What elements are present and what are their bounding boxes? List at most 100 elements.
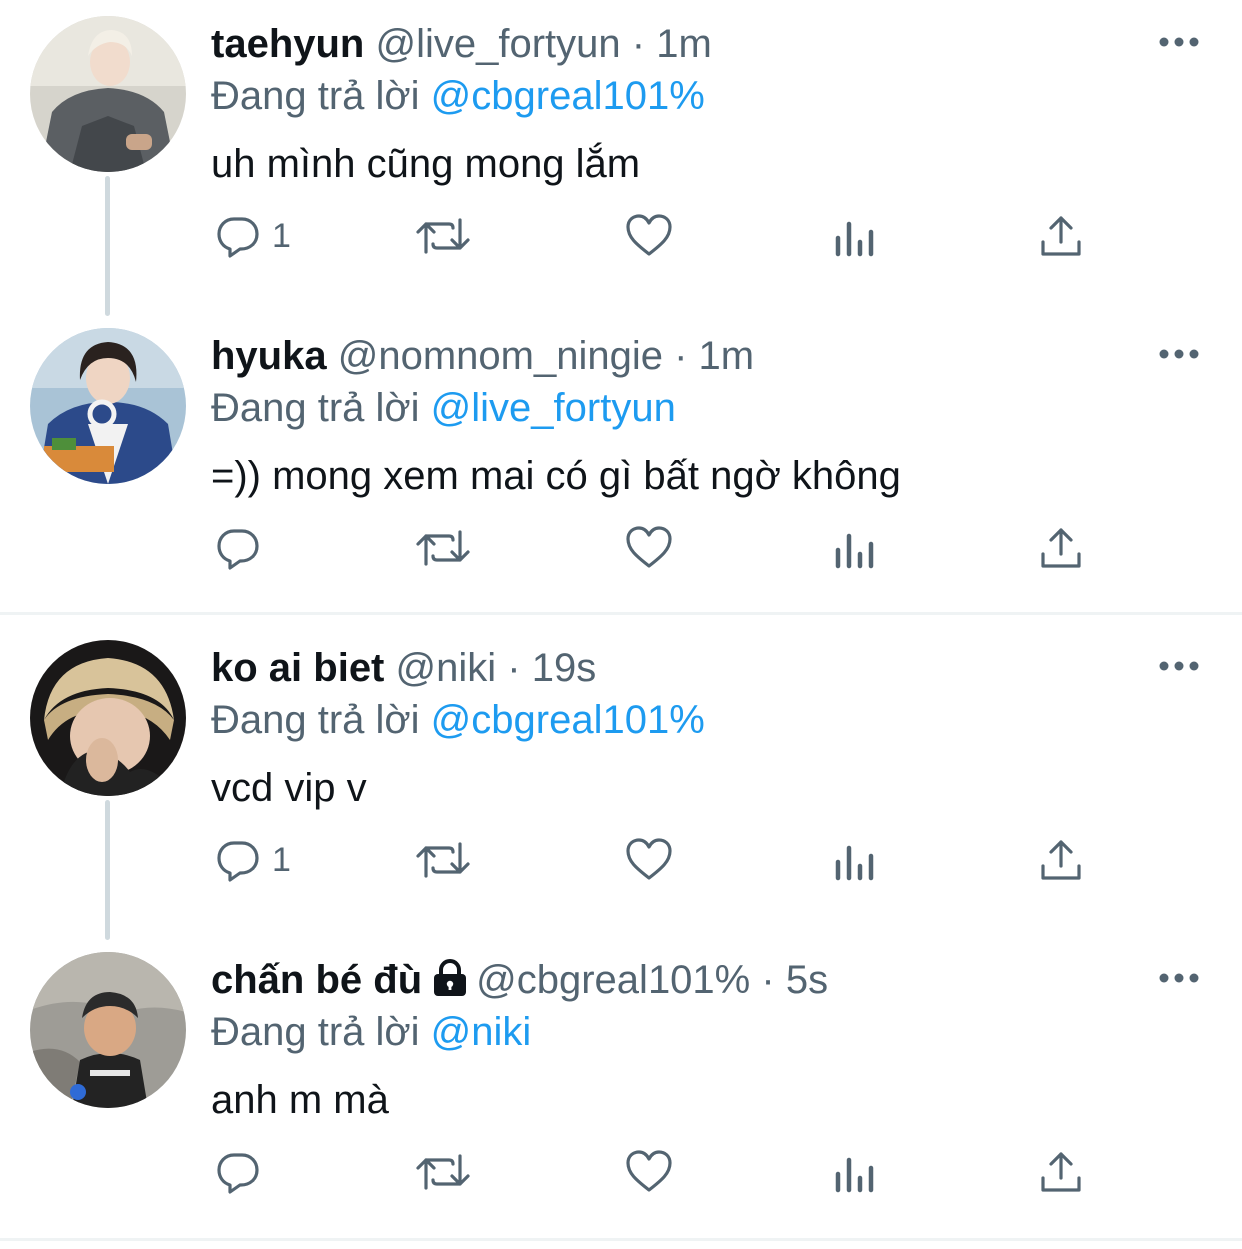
timestamp[interactable]: 1m [699,334,755,378]
tweet-header: taehyun @live_fortyun · 1m [211,20,712,68]
retweet-button[interactable] [415,206,471,266]
more-options-button[interactable] [1158,654,1200,678]
tweet-text: anh m mà [211,1078,389,1122]
replying-to: Đang trả lời @cbgreal101% [211,72,705,120]
tweet[interactable]: chấn bé đù @cbgreal101% · 5s Đang trả lời… [0,936,1242,1248]
retweet-icon [415,836,471,884]
more-options-button[interactable] [1158,966,1200,990]
views-icon [834,212,878,260]
reply-button[interactable] [214,1142,272,1202]
more-icon [1158,966,1200,990]
reply-button[interactable] [214,518,272,578]
share-button[interactable] [1038,206,1084,266]
divider [0,612,1242,615]
like-button[interactable] [624,830,674,890]
reply-count: 1 [272,216,291,255]
display-name[interactable]: taehyun [211,22,364,66]
avatar[interactable] [30,328,186,484]
replying-to-label: Đang trả lời [211,1010,420,1054]
share-icon [1038,836,1084,884]
tweet-text: vcd vip v [211,766,367,810]
tweet-header: ko ai biet @niki · 19s [211,644,596,692]
mention-link[interactable]: @cbgreal101% [431,74,705,118]
more-icon [1158,30,1200,54]
tweet[interactable]: hyuka @nomnom_ningie · 1m Đang trả lời @… [0,312,1242,624]
timestamp[interactable]: 19s [532,646,597,690]
separator-dot: · [761,958,775,1002]
share-button[interactable] [1038,830,1084,890]
tweet-actions [0,518,1242,578]
share-button[interactable] [1038,1142,1084,1202]
reply-icon [214,836,262,884]
avatar[interactable] [30,640,186,796]
replying-to-label: Đang trả lời [211,386,420,430]
like-icon [624,1148,674,1196]
like-button[interactable] [624,1142,674,1202]
tweet-header: hyuka @nomnom_ningie · 1m [211,332,754,380]
like-icon [624,524,674,572]
reply-button[interactable]: 1 [214,830,291,890]
views-button[interactable] [834,206,878,266]
retweet-button[interactable] [415,830,471,890]
separator-dot: · [507,646,521,690]
replying-to: Đang trả lời @live_fortyun [211,384,676,432]
retweet-icon [415,1148,471,1196]
retweet-icon [415,524,471,572]
tweet-actions: 1 [0,830,1242,890]
replying-to-label: Đang trả lời [211,74,420,118]
tweet[interactable]: taehyun @live_fortyun · 1m Đang trả lời … [0,0,1242,316]
tweet-actions [0,1142,1242,1202]
reply-icon [214,1148,262,1196]
username[interactable]: @nomnom_ningie [338,334,663,378]
retweet-button[interactable] [415,1142,471,1202]
avatar[interactable] [30,16,186,172]
retweet-icon [415,212,471,260]
separator-dot: · [631,22,646,66]
mention-link[interactable]: @cbgreal101% [431,698,705,742]
reply-icon [214,524,262,572]
replying-to: Đang trả lời @cbgreal101% [211,696,705,744]
share-icon [1038,212,1084,260]
avatar[interactable] [30,952,186,1108]
views-button[interactable] [834,518,878,578]
display-name[interactable]: ko ai biet [211,646,384,690]
views-icon [834,524,878,572]
like-icon [624,212,674,260]
more-icon [1158,654,1200,678]
mention-link[interactable]: @live_fortyun [431,386,676,430]
timestamp[interactable]: 1m [656,22,712,66]
tweet-text: =)) mong xem mai có gì bất ngờ không [211,454,901,498]
display-name[interactable]: hyuka [211,334,327,378]
views-icon [834,1148,878,1196]
tweet-text: uh mình cũng mong lắm [211,142,641,186]
like-button[interactable] [624,518,674,578]
mention-link[interactable]: @niki [431,1010,532,1054]
reply-button[interactable]: 1 [214,206,291,266]
replying-to-label: Đang trả lời [211,698,420,742]
share-icon [1038,524,1084,572]
display-name[interactable]: chấn bé đù [211,958,422,1002]
views-button[interactable] [834,830,878,890]
more-options-button[interactable] [1158,30,1200,54]
retweet-button[interactable] [415,518,471,578]
views-button[interactable] [834,1142,878,1202]
share-button[interactable] [1038,518,1084,578]
tweet-header: chấn bé đù @cbgreal101% · 5s [211,956,828,1008]
username[interactable]: @cbgreal101% [476,958,750,1002]
reply-icon [214,212,262,260]
lock-icon [430,958,470,1008]
like-button[interactable] [624,206,674,266]
replying-to: Đang trả lời @niki [211,1008,531,1056]
username[interactable]: @live_fortyun [375,22,620,66]
username[interactable]: @niki [396,646,497,690]
separator-dot: · [674,334,688,378]
share-icon [1038,1148,1084,1196]
more-icon [1158,342,1200,366]
timestamp[interactable]: 5s [786,958,828,1002]
divider [0,1238,1242,1241]
tweet[interactable]: ko ai biet @niki · 19s Đang trả lời @cbg… [0,624,1242,940]
views-icon [834,836,878,884]
more-options-button[interactable] [1158,342,1200,366]
like-icon [624,836,674,884]
reply-count: 1 [272,840,291,879]
